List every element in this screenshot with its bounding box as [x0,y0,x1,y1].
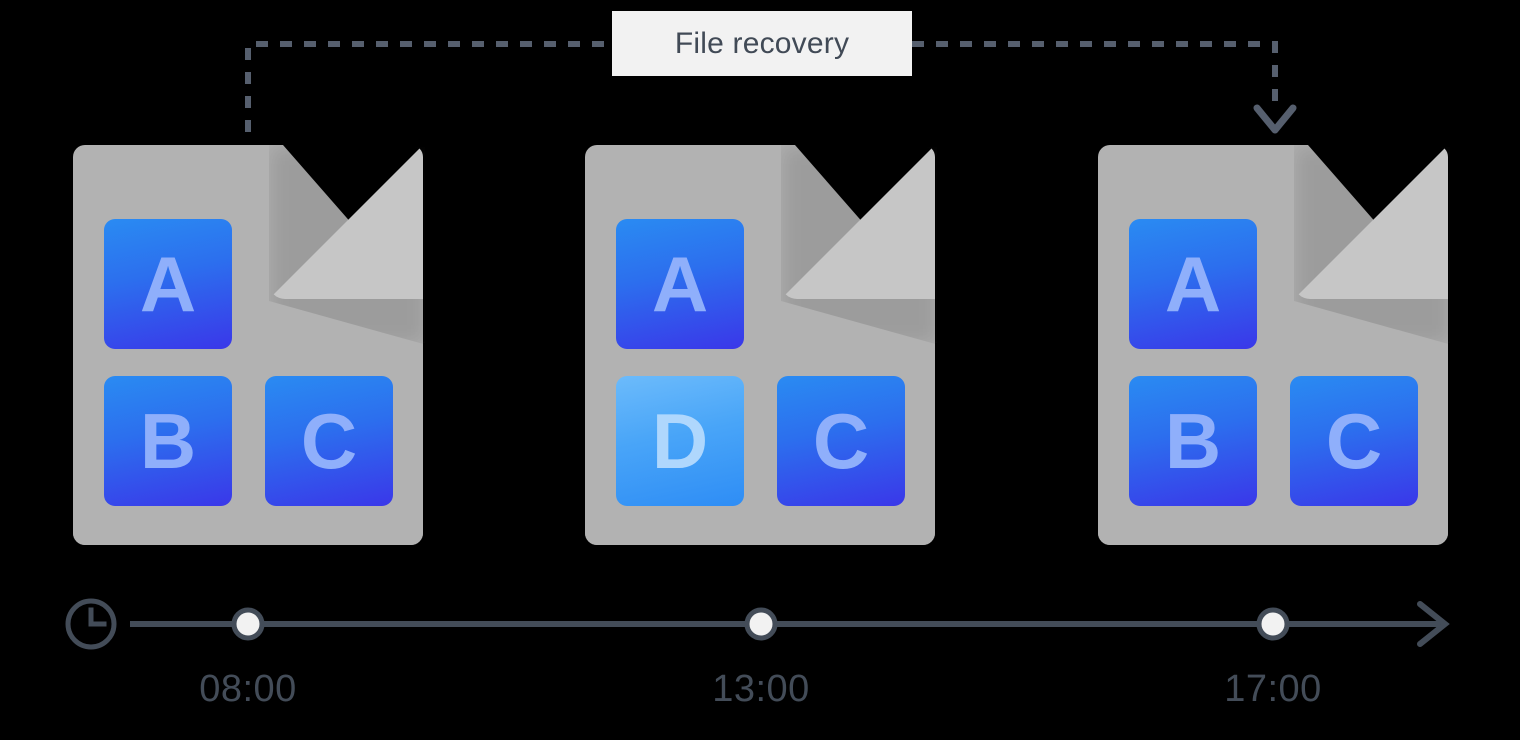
block-letter: C [300,397,358,485]
timeline-dot-17-00[interactable] [1256,607,1290,641]
timeline-label-08-00: 08:00 [199,668,297,710]
file-block-b[interactable]: B [1129,376,1257,506]
timeline-label-13-00: 13:00 [712,668,810,710]
block-letter: C [1325,397,1383,485]
file-block-c[interactable]: C [777,376,905,506]
file-block-d[interactable]: D [616,376,744,506]
diagram-canvas: A B C A D C A B C File recovery 08:00 13… [0,0,1520,740]
block-letter: B [1164,397,1222,485]
file-card-17-00[interactable]: A B C [1098,145,1452,545]
connector-line-right [912,41,1278,112]
file-card-08-00[interactable]: A B C [73,145,427,545]
connector-arrowhead-icon [1253,104,1297,134]
block-letter: A [1164,240,1222,328]
timeline-dot-08-00[interactable] [231,607,265,641]
timeline-dot-13-00[interactable] [744,607,778,641]
file-block-a[interactable]: A [616,219,744,349]
file-card-13-00[interactable]: A D C [585,145,939,545]
block-letter: C [812,397,870,485]
file-block-b[interactable]: B [104,376,232,506]
file-recovery-callout[interactable]: File recovery [612,11,912,76]
block-letter: A [139,240,197,328]
file-block-c[interactable]: C [1290,376,1418,506]
clock-icon [65,598,117,650]
connector-line-left [245,41,612,132]
timeline-label-17-00: 17:00 [1224,668,1322,710]
file-block-c[interactable]: C [265,376,393,506]
block-letter: B [139,397,197,485]
block-letter: A [651,240,709,328]
file-block-a[interactable]: A [1129,219,1257,349]
timeline-arrow-icon [1417,601,1450,647]
callout-label: File recovery [674,26,850,60]
file-block-a[interactable]: A [104,219,232,349]
block-letter: D [651,397,709,485]
